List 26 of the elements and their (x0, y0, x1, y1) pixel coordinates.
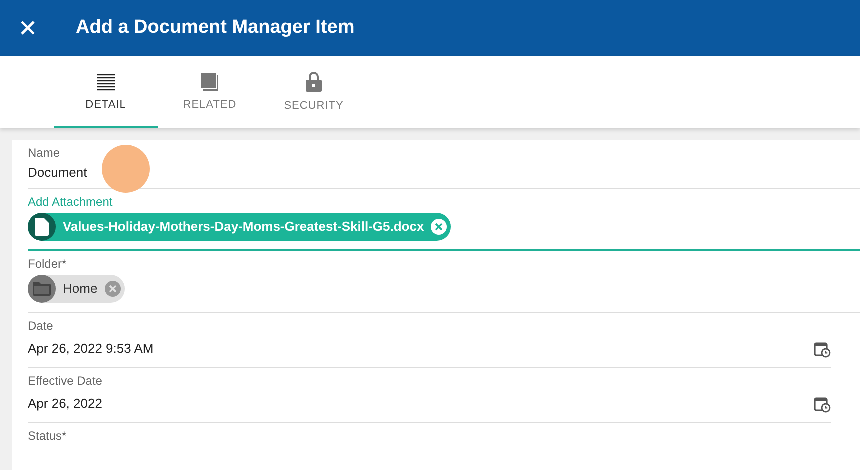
field-label: Add Attachment (28, 195, 114, 209)
field-label: Date (28, 319, 54, 333)
field-label: Folder* (28, 257, 68, 271)
field-label: Effective Date (28, 374, 104, 388)
file-icon (35, 218, 49, 236)
window-title: Add a Document Manager Item (76, 16, 355, 40)
tab[interactable]: RELATED (158, 56, 262, 128)
calendar-clock-icon[interactable] (814, 340, 831, 358)
attachment-name: Values-Holiday-Mothers-Day-Moms-Greatest-Skill-G5.docx (63, 218, 424, 236)
click-indicator (102, 145, 150, 193)
folder-name: Home (63, 280, 98, 298)
lock-icon (306, 72, 322, 92)
field-value[interactable]: Document (28, 163, 88, 183)
field-label: Name (28, 146, 62, 160)
clear-icon[interactable] (431, 219, 448, 235)
tab[interactable]: SECURITY (262, 56, 366, 128)
tab[interactable]: DETAIL (54, 56, 158, 128)
folder-chip[interactable]: Home (28, 275, 125, 303)
date-value[interactable]: Apr 26, 2022 (28, 394, 102, 414)
list-icon (97, 72, 115, 91)
calendar-clock-icon[interactable] (814, 396, 831, 412)
close-icon (21, 21, 35, 35)
field-label: Status* (28, 429, 68, 443)
date-value[interactable]: Apr 26, 2022 9:53 AM (28, 339, 154, 359)
square-icon (201, 72, 219, 91)
folder-icon (33, 282, 51, 296)
